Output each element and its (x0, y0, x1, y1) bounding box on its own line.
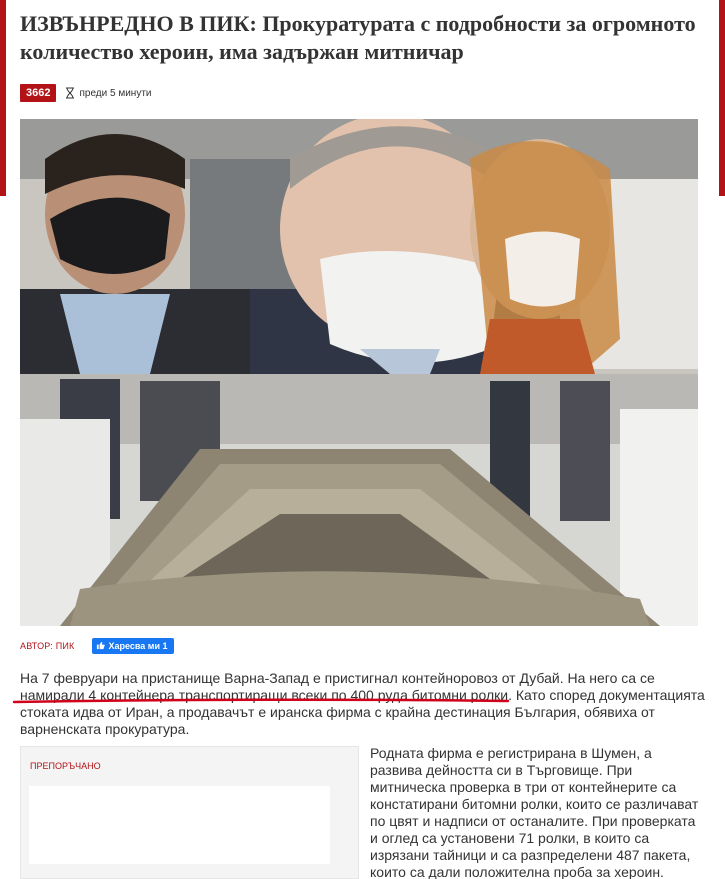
article-headline: ИЗВЪНРЕДНО В ПИК: Прокуратурата с подроб… (20, 11, 696, 64)
left-accent-bar (0, 0, 6, 196)
byline: АВТОР: ПИК Харесва ми 1 (20, 638, 174, 654)
recommended-box: ПРЕПОРЪЧАНО (20, 746, 359, 879)
article-lead: На 7 февруари на пристанище Варна-Запад … (20, 670, 705, 737)
clock-icon (64, 87, 76, 99)
article-body: Родната фирма е регистрирана в Шумен, а … (370, 745, 699, 879)
like-label: Харесва ми 1 (108, 641, 168, 651)
facebook-like-button[interactable]: Харесва ми 1 (92, 638, 174, 654)
right-accent-bar (719, 0, 725, 196)
author-label: АВТОР: ПИК (20, 641, 75, 651)
views-badge: 3662 (20, 84, 57, 102)
thumbs-up-icon (96, 641, 106, 652)
recommended-card[interactable] (29, 786, 330, 864)
article-meta: 3662 преди 5 минути (20, 84, 152, 102)
time-ago: преди 5 минути (79, 87, 152, 99)
recommended-title: ПРЕПОРЪЧАНО (30, 761, 101, 771)
article-hero-image[interactable] (20, 119, 698, 626)
